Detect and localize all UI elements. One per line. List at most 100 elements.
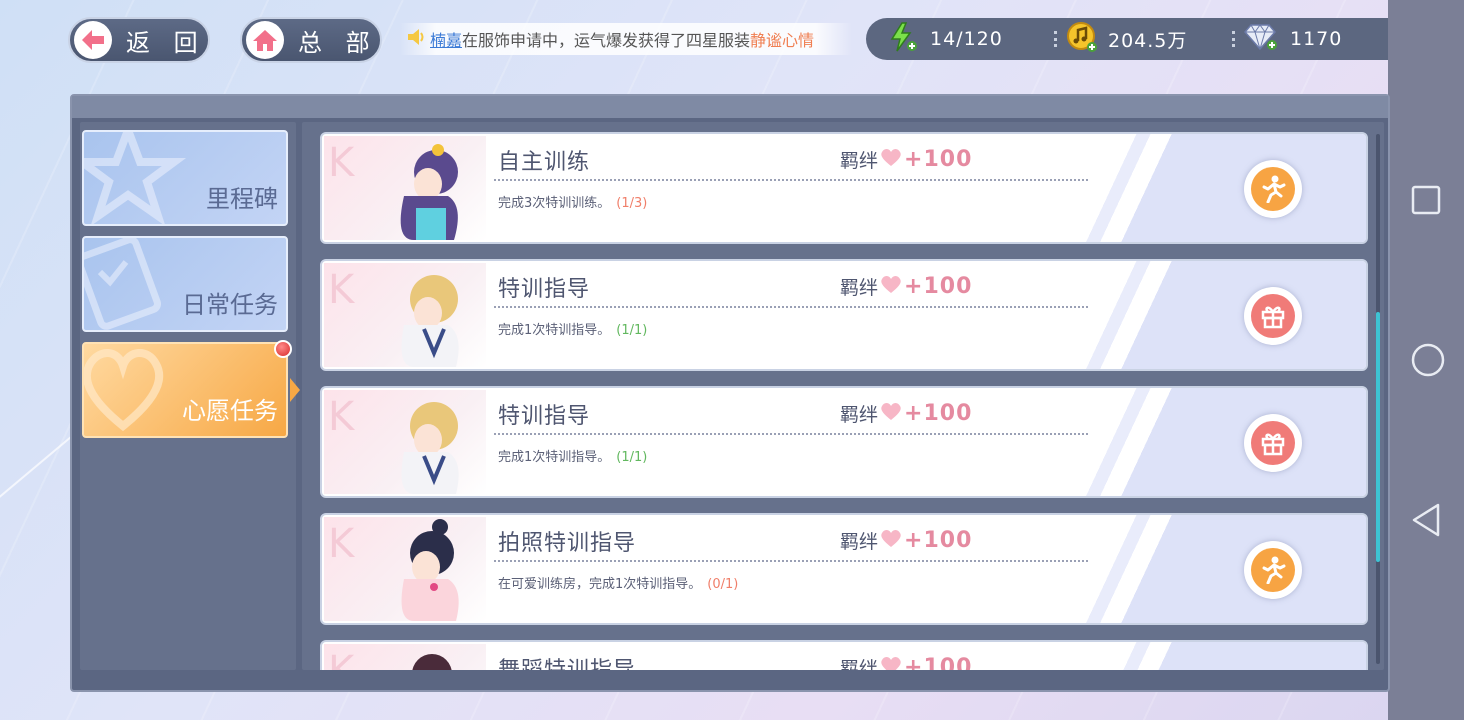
- task-panel: 里程碑 日常任务 心愿任务 K 自主训练 羁绊 +100 完成3次特训训练。 (…: [70, 94, 1390, 692]
- speaker-icon: [406, 28, 426, 50]
- home-label: 总 部: [298, 28, 378, 57]
- bond-value: +100: [904, 655, 973, 670]
- card-stripe-deco: [1066, 515, 1366, 623]
- task-progress: (1/1): [616, 450, 648, 465]
- claim-button[interactable]: [1244, 287, 1302, 345]
- diamond-value: 1170: [1290, 28, 1343, 50]
- card-stripe-deco: [1066, 134, 1366, 242]
- go-button[interactable]: [1244, 160, 1302, 218]
- home-circle-icon[interactable]: [1410, 342, 1446, 382]
- task-progress: (1/3): [616, 196, 648, 211]
- go-button[interactable]: [1244, 541, 1302, 599]
- task-progress: (1/1): [616, 323, 648, 338]
- separator: [1054, 31, 1057, 47]
- divider: [494, 179, 1088, 181]
- back-label: 返 回: [126, 28, 206, 57]
- task-description: 完成1次特训指导。 (1/1): [498, 446, 647, 465]
- character-portrait: K: [324, 136, 486, 240]
- task-progress: (0/1): [707, 577, 739, 592]
- divider: [494, 433, 1088, 435]
- heart-icon: [880, 528, 902, 553]
- notice-text: 在服饰申请中，运气爆发获得了四星服装: [462, 31, 751, 50]
- diamond-resource[interactable]: 1170: [1244, 23, 1342, 56]
- lightning-icon: [888, 21, 918, 57]
- bond-label: 羁绊: [840, 658, 879, 670]
- sidebar: 里程碑 日常任务 心愿任务: [80, 122, 300, 670]
- task-card: K 自主训练 羁绊 +100 完成3次特训训练。 (1/3): [320, 132, 1368, 244]
- svg-text:K: K: [328, 521, 356, 567]
- diamond-icon: [1244, 23, 1278, 56]
- character-portrait: K: [324, 517, 486, 621]
- task-title: 特训指导: [498, 404, 591, 429]
- tab-daily-tasks[interactable]: 日常任务: [82, 236, 288, 332]
- gift-icon: [1251, 294, 1295, 338]
- bond-value: +100: [904, 147, 973, 172]
- stamina-resource[interactable]: 14/120: [888, 21, 1003, 57]
- card-stripe-deco: [1066, 642, 1366, 670]
- task-card: K 特训指导 羁绊 +100 完成1次特训指导。 (1/1): [320, 259, 1368, 371]
- home-button[interactable]: 总 部: [240, 17, 382, 63]
- task-title: 舞蹈特训指导: [498, 652, 636, 670]
- notification-dot: [274, 340, 292, 358]
- task-desc-text: 完成3次特训训练。: [498, 196, 611, 211]
- home-icon: [246, 21, 284, 59]
- claim-button[interactable]: [1244, 414, 1302, 472]
- task-title: 自主训练: [498, 150, 591, 175]
- bond-value: +100: [904, 528, 973, 553]
- task-title: 特训指导: [498, 277, 591, 302]
- task-desc-text: 在可爱训练房，完成1次特训指导。: [498, 577, 702, 592]
- scrollbar-thumb[interactable]: [1376, 312, 1380, 562]
- gold-resource[interactable]: 204.5万: [1066, 21, 1187, 58]
- system-nav-bar: [1388, 0, 1464, 720]
- back-arrow-icon: [74, 21, 112, 59]
- tab-milestone[interactable]: 里程碑: [82, 130, 288, 226]
- back-button[interactable]: 返 回: [68, 17, 210, 63]
- svg-text:K: K: [328, 267, 356, 313]
- panel-header-strip: [72, 96, 1388, 118]
- svg-text:K: K: [328, 140, 356, 186]
- card-stripe-deco: [1066, 261, 1366, 369]
- tab-label: 心愿任务: [182, 397, 278, 425]
- task-desc-text: 完成1次特训指导。: [498, 450, 611, 465]
- separator: [1232, 31, 1235, 47]
- back-triangle-icon[interactable]: [1410, 502, 1442, 542]
- bond-value: +100: [904, 274, 973, 299]
- notice-item-name: 静谧心情: [750, 31, 815, 50]
- gold-value: 204.5万: [1108, 29, 1188, 52]
- task-description: 完成3次特训训练。 (1/3): [498, 192, 647, 211]
- task-list[interactable]: K 自主训练 羁绊 +100 完成3次特训训练。 (1/3) K 特训指导 羁绊…: [302, 122, 1384, 670]
- recent-apps-icon[interactable]: [1410, 184, 1442, 220]
- bond-value: +100: [904, 401, 973, 426]
- bond-reward: 羁绊 +100: [840, 400, 972, 427]
- tab-wish-tasks[interactable]: 心愿任务: [82, 342, 288, 438]
- bond-reward: 羁绊 +100: [840, 146, 972, 173]
- heart-icon: [880, 655, 902, 670]
- heart-icon: [880, 274, 902, 299]
- bond-reward: 羁绊 +100: [840, 654, 972, 670]
- bond-reward: 羁绊 +100: [840, 527, 972, 554]
- divider: [494, 306, 1088, 308]
- bond-label: 羁绊: [840, 277, 879, 299]
- task-card: K 拍照特训指导 羁绊 +100 在可爱训练房，完成1次特训指导。 (0/1): [320, 513, 1368, 625]
- stamina-value: 14/120: [930, 28, 1003, 50]
- divider: [494, 560, 1088, 562]
- checklist-icon: [84, 238, 178, 330]
- task-card: K 特训指导 羁绊 +100 完成1次特训指导。 (1/1): [320, 386, 1368, 498]
- task-desc-text: 完成1次特训指导。: [498, 323, 611, 338]
- task-description: 完成1次特训指导。 (1/1): [498, 319, 647, 338]
- task-title: 拍照特训指导: [498, 531, 637, 556]
- card-stripe-deco: [1066, 388, 1366, 496]
- heart-icon: [84, 344, 188, 436]
- bond-label: 羁绊: [840, 404, 879, 426]
- character-portrait: K: [324, 390, 486, 494]
- tab-label: 里程碑: [206, 185, 278, 213]
- heart-icon: [880, 147, 902, 172]
- notice-player-name[interactable]: 楠嘉: [430, 27, 462, 51]
- svg-text:K: K: [328, 648, 356, 670]
- heart-icon: [880, 401, 902, 426]
- active-tab-pointer: [290, 378, 300, 402]
- task-card: K 舞蹈特训指导 羁绊 +100: [320, 640, 1368, 670]
- bond-label: 羁绊: [840, 150, 879, 172]
- gold-coin-icon: [1066, 21, 1098, 58]
- notice-ticker: 楠嘉 在服饰申请中，运气爆发获得了四星服装 静谧心情: [400, 23, 852, 55]
